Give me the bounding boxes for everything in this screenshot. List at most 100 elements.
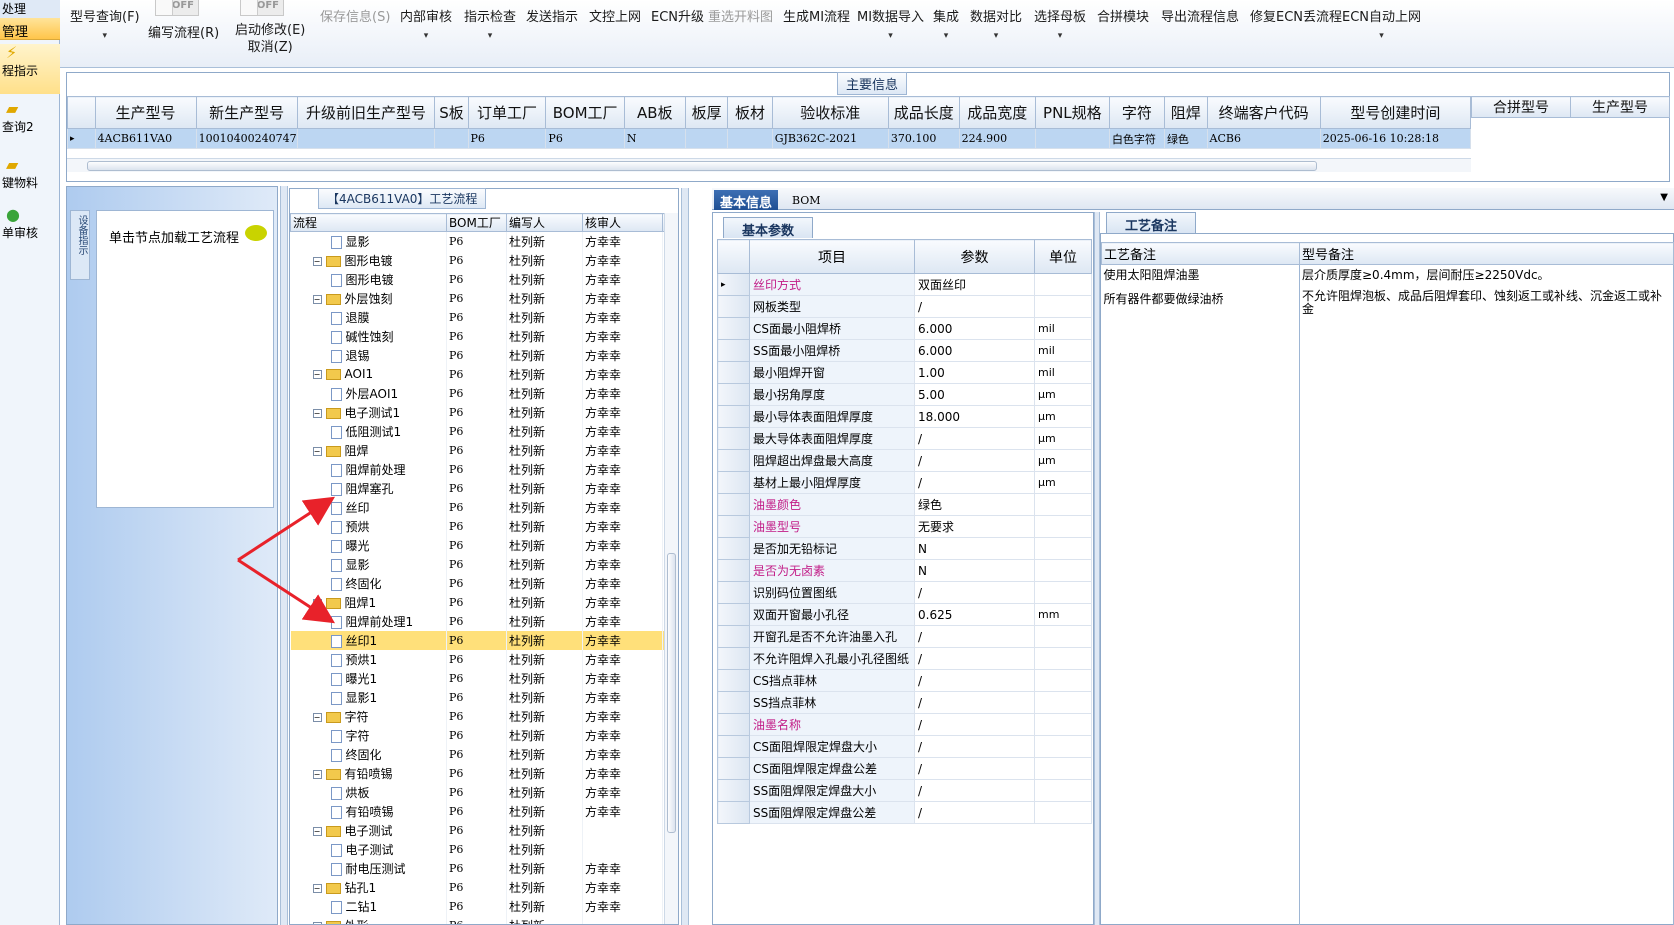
tree-row[interactable]: −外形P6杜列新已编写 — [290, 915, 678, 924]
tree-node-cell[interactable]: − 字符 — [290, 706, 447, 726]
param-value[interactable]: / — [914, 713, 1035, 736]
vertical-tab-device-indicator[interactable]: 设备指示 — [70, 210, 90, 280]
param-value[interactable]: 6.000 — [914, 339, 1035, 362]
column-header[interactable]: 新生产型号 — [195, 96, 298, 129]
tree-row[interactable]: 低阻测试1P6杜列新方幸幸已审核 — [290, 421, 678, 441]
collapse-icon[interactable]: − — [312, 712, 322, 722]
collapse-icon[interactable]: − — [312, 446, 322, 456]
column-header[interactable]: AB板 — [623, 96, 686, 129]
nav-item-query2[interactable]: ▰ 查询2 — [0, 100, 60, 144]
table-cell[interactable]: GJB362C-2021 — [771, 128, 889, 149]
tree-row[interactable]: −字符P6杜列新方幸幸已审核 — [290, 706, 678, 726]
tree-row[interactable]: 显影1P6杜列新方幸幸已审核 — [290, 687, 678, 707]
param-value[interactable]: 无要求 — [914, 515, 1035, 538]
merge-module-button[interactable]: 合拼模块 — [1097, 6, 1149, 25]
tree-node-cell[interactable]: − 阻焊 — [290, 440, 447, 460]
tree-row[interactable]: −钻孔1P6杜列新方幸幸已审核 — [290, 877, 678, 897]
tree-node-cell[interactable]: 显影1 — [290, 687, 447, 707]
param-value[interactable]: / — [914, 581, 1035, 604]
table-cell[interactable]: 4ACB611VA0 — [94, 128, 197, 149]
tree-node-cell[interactable]: 有铅喷锡 — [290, 801, 447, 821]
fix-ecn-button[interactable]: 修复ECN丢流程 — [1250, 6, 1342, 25]
param-row[interactable]: 识别码位置图纸 / — [717, 581, 1092, 604]
data-compare-button[interactable]: 数据对比 ▾ — [970, 6, 1022, 41]
param-row[interactable]: 是否加无铅标记 N — [717, 537, 1092, 560]
select-mother-button[interactable]: 选择母板 ▾ — [1034, 6, 1086, 41]
tree-row[interactable]: 图形电镀P6杜列新方幸幸已审核 — [290, 269, 678, 289]
param-row[interactable]: 阻焊超出焊盘最大高度 / μm — [717, 449, 1092, 472]
tree-row[interactable]: 终固化P6杜列新方幸幸已审核 — [290, 744, 678, 764]
tree-row[interactable]: −外层蚀刻P6杜列新方幸幸已审核 — [290, 288, 678, 308]
tab-bom[interactable]: BOM — [786, 190, 827, 210]
tree-row[interactable]: 显影P6杜列新方幸幸已审核 — [290, 554, 678, 574]
param-value[interactable]: 18.000 — [914, 405, 1035, 428]
scrollbar-thumb[interactable] — [667, 553, 676, 833]
chevron-down-icon[interactable]: ▼ — [1660, 192, 1668, 203]
tab-basic-params[interactable]: 基本参数 — [723, 217, 814, 239]
column-header[interactable]: 板材 — [727, 96, 773, 129]
param-row[interactable]: SS挡点菲林 / — [717, 691, 1092, 714]
param-row[interactable]: 不允许阻焊入孔最小孔径图纸 / — [717, 647, 1092, 670]
column-header[interactable]: 核审人 — [582, 213, 663, 232]
tree-row[interactable]: 耐电压测试P6杜列新方幸幸已审核 — [290, 858, 678, 878]
tree-node-cell[interactable]: − 电子测试 — [290, 820, 447, 840]
tree-node-cell[interactable]: − AOI1 — [290, 364, 447, 384]
param-value[interactable]: N — [914, 537, 1035, 560]
tree-node-cell[interactable]: − 电子测试1 — [290, 402, 447, 422]
save-info-button[interactable]: 保存信息(S) — [320, 6, 390, 25]
nav-item-review[interactable]: ● 单审核 — [0, 206, 60, 250]
tree-node-cell[interactable]: 退膜 — [290, 307, 447, 327]
tree-node-cell[interactable]: 退锡 — [290, 345, 447, 365]
indicator-check-button[interactable]: 指示检查 ▾ — [464, 6, 516, 41]
ecn-upgrade-button[interactable]: ECN升级 — [651, 6, 704, 25]
param-row[interactable]: 基材上最小阻焊厚度 / μm — [717, 471, 1092, 494]
param-value[interactable]: 5.00 — [914, 383, 1035, 406]
collapse-icon[interactable]: − — [312, 256, 322, 266]
table-cell[interactable]: ACB6 — [1206, 128, 1321, 149]
gen-mi-button[interactable]: 生成MI流程 — [783, 6, 850, 25]
column-header[interactable]: 工艺备注 — [1101, 242, 1300, 265]
param-value[interactable]: / — [914, 625, 1035, 648]
tree-node-cell[interactable]: 终固化 — [290, 744, 447, 764]
mi-import-button[interactable]: MI数据导入 ▾ — [857, 6, 924, 41]
tree-node-cell[interactable]: 曝光1 — [290, 668, 447, 688]
column-header[interactable]: 型号创建时间 — [1319, 96, 1472, 129]
tree-row[interactable]: 字符P6杜列新方幸幸已审核 — [290, 725, 678, 745]
param-value[interactable]: N — [914, 559, 1035, 582]
param-row[interactable]: 开窗孔是否不允许油墨入孔 / — [717, 625, 1092, 648]
tree-node-cell[interactable]: − 外形 — [290, 915, 447, 924]
param-value[interactable]: / — [914, 757, 1035, 780]
param-row[interactable]: 最小阻焊开窗 1.00 mil — [717, 361, 1092, 384]
column-header[interactable]: 型号备注 — [1299, 242, 1674, 265]
tree-row[interactable]: 丝印1P6杜列新方幸幸已审核 — [290, 630, 678, 650]
tree-row[interactable]: −有铅喷锡P6杜列新方幸幸已审核 — [290, 763, 678, 783]
tree-row[interactable]: −图形电镀P6杜列新方幸幸已审核 — [290, 250, 678, 270]
process-note-cell[interactable]: 使用太阳阻焊油墨 所有器件都要做绿油桥 — [1101, 264, 1300, 925]
collapse-icon[interactable]: − — [312, 408, 322, 418]
column-header[interactable]: 合拼型号 — [1471, 96, 1571, 118]
table-cell[interactable] — [296, 128, 436, 149]
tree-node-cell[interactable]: 烘板 — [290, 782, 447, 802]
edit-process-button[interactable]: 编写流程(R) — [148, 22, 219, 41]
param-row[interactable]: 油墨颜色 绿色 — [717, 493, 1092, 516]
table-cell[interactable]: 白色字符 — [1108, 128, 1165, 149]
column-header[interactable]: 生产型号 — [1570, 96, 1670, 118]
param-row[interactable]: CS面阻焊限定焊盘公差 / — [717, 757, 1092, 780]
column-header[interactable]: 验收标准 — [771, 96, 889, 129]
column-header[interactable]: BOM工厂 — [446, 213, 507, 232]
tree-node-cell[interactable]: 碱性蚀刻 — [290, 326, 447, 346]
column-header[interactable]: 生产型号 — [94, 96, 197, 129]
tree-row[interactable]: 预烘P6杜列新方幸幸已审核 — [290, 516, 678, 536]
nav-selected-group[interactable]: 管理 — [0, 18, 60, 40]
select-open-drawing-button[interactable]: 重选开料图 — [708, 6, 773, 25]
param-row[interactable]: CS面最小阻焊桥 6.000 mil — [717, 317, 1092, 340]
toggle-switch[interactable]: OFF — [240, 0, 284, 16]
tree-row[interactable]: −电子测试1P6杜列新方幸幸已审核 — [290, 402, 678, 422]
nav-item-key-material[interactable]: ▰ 键物料 — [0, 156, 60, 200]
param-value[interactable]: 6.000 — [914, 317, 1035, 340]
column-header[interactable]: BOM工厂 — [545, 96, 625, 129]
tree-node-cell[interactable]: 低阻测试1 — [290, 421, 447, 441]
tree-row[interactable]: 曝光P6杜列新方幸幸已审核 — [290, 535, 678, 555]
tree-node-cell[interactable]: 电子测试 — [290, 839, 447, 859]
tree-node-cell[interactable]: 字符 — [290, 725, 447, 745]
